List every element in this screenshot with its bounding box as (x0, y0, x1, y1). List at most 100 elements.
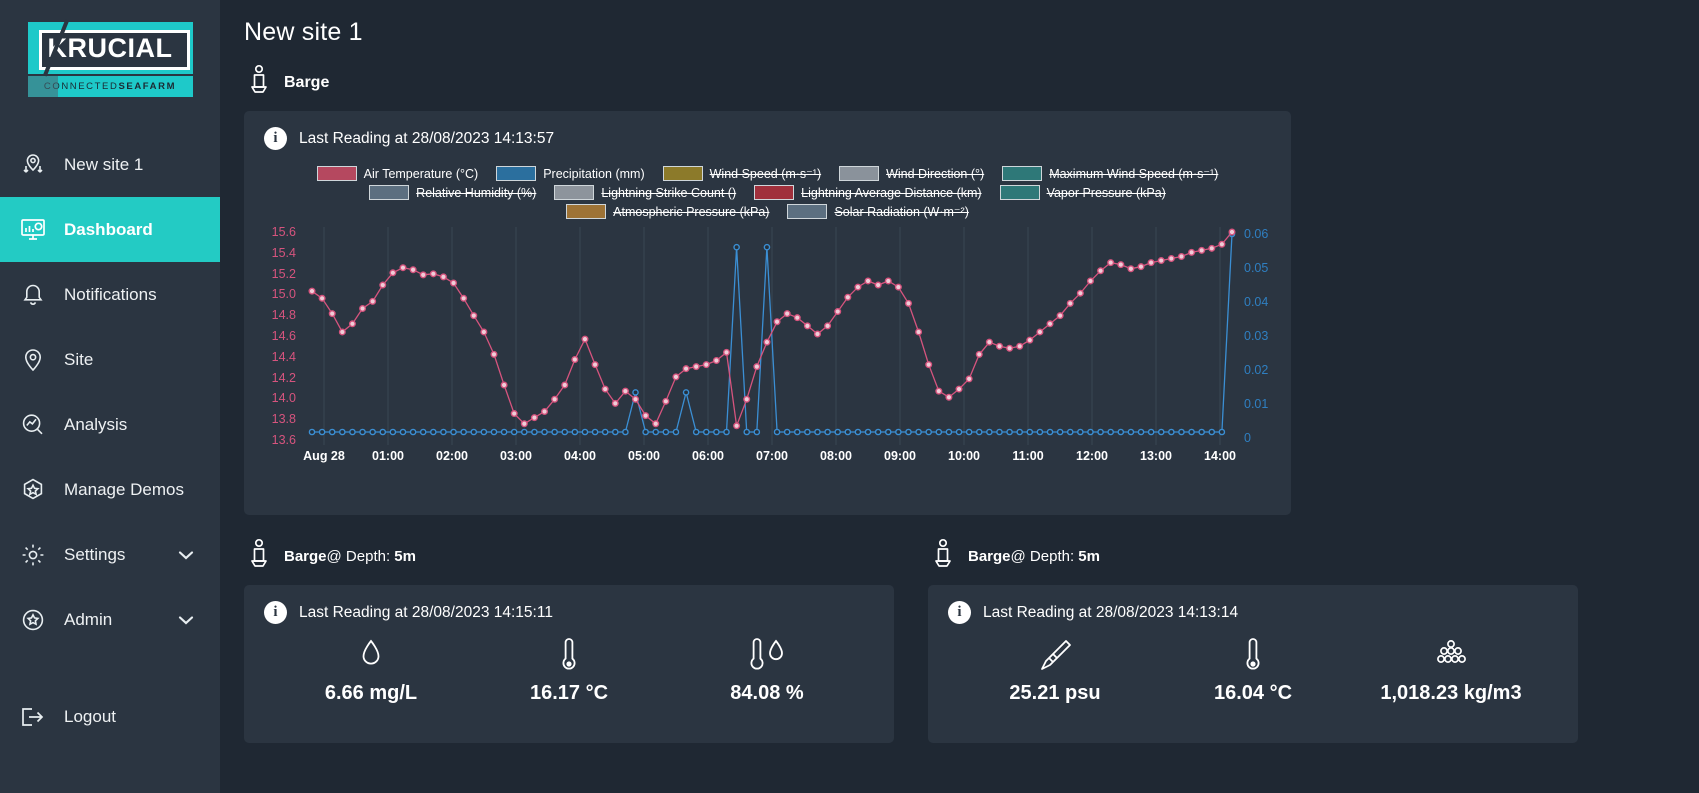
data-point-precipitation[interactable] (1147, 428, 1155, 436)
data-point-air-temperature[interactable] (1127, 265, 1135, 273)
data-point-precipitation[interactable] (652, 428, 660, 436)
data-point-air-temperature[interactable] (308, 287, 316, 295)
data-point-air-temperature[interactable] (450, 279, 458, 287)
data-point-precipitation[interactable] (500, 428, 508, 436)
data-point-precipitation[interactable] (672, 428, 680, 436)
data-point-air-temperature[interactable] (1036, 328, 1044, 336)
data-point-air-temperature[interactable] (985, 338, 993, 346)
brand-logo[interactable]: KRUCIAL CONNECTED SEAFARM (0, 0, 220, 118)
data-point-air-temperature[interactable] (1198, 246, 1206, 254)
sidebar-item-analysis[interactable]: Analysis (0, 392, 220, 457)
data-point-precipitation[interactable] (430, 428, 437, 436)
legend-item[interactable]: Wind Speed (m·s⁻¹) (662, 166, 821, 181)
data-point-precipitation[interactable] (702, 428, 710, 436)
data-point-precipitation[interactable] (884, 428, 892, 436)
data-point-air-temperature[interactable] (520, 420, 528, 428)
data-point-air-temperature[interactable] (409, 266, 417, 274)
data-point-precipitation[interactable] (743, 428, 751, 436)
data-point-precipitation[interactable] (1107, 428, 1114, 436)
data-point-air-temperature[interactable] (581, 335, 589, 343)
data-point-precipitation[interactable] (409, 428, 417, 436)
data-point-air-temperature[interactable] (733, 422, 741, 430)
data-point-precipitation[interactable] (490, 428, 498, 436)
sidebar-item-manage-demos[interactable]: Manage Demos (0, 457, 220, 522)
data-point-air-temperature[interactable] (783, 310, 791, 318)
sidebar-item-new-site-1[interactable]: New site 1 (0, 132, 220, 197)
data-point-air-temperature[interactable] (813, 330, 821, 338)
data-point-air-temperature[interactable] (1097, 267, 1105, 275)
data-point-air-temperature[interactable] (379, 281, 387, 289)
data-point-precipitation[interactable] (1188, 428, 1195, 436)
data-point-air-temperature[interactable] (662, 397, 670, 405)
data-point-air-temperature[interactable] (490, 350, 498, 358)
data-point-precipitation[interactable] (783, 428, 791, 436)
data-point-precipitation[interactable] (531, 428, 538, 436)
data-point-air-temperature[interactable] (965, 375, 973, 383)
data-point-air-temperature[interactable] (763, 338, 771, 346)
data-point-air-temperature[interactable] (1066, 299, 1074, 307)
data-point-air-temperature[interactable] (824, 322, 832, 330)
data-point-air-temperature[interactable] (530, 414, 538, 422)
data-point-air-temperature[interactable] (591, 361, 599, 369)
data-point-precipitation[interactable] (450, 428, 457, 436)
sidebar-item-dashboard[interactable]: Dashboard (0, 197, 220, 262)
data-point-precipitation[interactable] (723, 428, 730, 436)
data-point-air-temperature[interactable] (995, 342, 1003, 350)
data-point-air-temperature[interactable] (975, 350, 983, 358)
data-point-precipitation[interactable] (1198, 428, 1205, 436)
data-point-precipitation[interactable] (399, 428, 407, 436)
data-point-precipitation[interactable] (521, 428, 528, 436)
data-point-precipitation[interactable] (470, 428, 478, 436)
data-point-air-temperature[interactable] (925, 361, 933, 369)
data-point-air-temperature[interactable] (551, 395, 559, 403)
data-point-precipitation[interactable] (814, 428, 821, 436)
data-point-air-temperature[interactable] (793, 314, 801, 322)
data-point-air-temperature[interactable] (1137, 263, 1145, 271)
data-point-precipitation[interactable] (1006, 428, 1013, 436)
data-point-air-temperature[interactable] (904, 299, 912, 307)
data-point-precipitation[interactable] (874, 428, 882, 436)
data-point-precipitation[interactable] (328, 428, 336, 436)
data-point-precipitation[interactable] (844, 428, 852, 436)
info-icon[interactable]: i (264, 601, 287, 624)
data-point-air-temperature[interactable] (712, 357, 720, 365)
data-point-precipitation[interactable] (460, 428, 467, 436)
data-point-precipitation[interactable] (915, 428, 922, 436)
data-point-precipitation[interactable] (1157, 428, 1165, 436)
data-point-precipitation[interactable] (1178, 428, 1185, 436)
data-point-precipitation[interactable] (733, 243, 740, 251)
data-point-air-temperature[interactable] (894, 283, 902, 291)
data-point-precipitation[interactable] (905, 428, 912, 436)
data-point-air-temperature[interactable] (753, 363, 761, 371)
data-point-air-temperature[interactable] (864, 277, 872, 285)
data-point-air-temperature[interactable] (389, 269, 397, 277)
data-point-precipitation[interactable] (864, 428, 872, 436)
data-point-precipitation[interactable] (1137, 428, 1145, 436)
data-point-air-temperature[interactable] (702, 361, 710, 369)
data-point-air-temperature[interactable] (955, 385, 963, 393)
data-point-air-temperature[interactable] (1016, 342, 1024, 350)
data-point-air-temperature[interactable] (743, 395, 751, 403)
legend-item[interactable]: Precipitation (mm) (496, 166, 645, 181)
data-point-precipitation[interactable] (389, 428, 397, 436)
info-icon[interactable]: i (948, 601, 971, 624)
data-point-precipitation[interactable] (1036, 428, 1044, 436)
data-point-air-temperature[interactable] (1076, 289, 1084, 297)
data-point-precipitation[interactable] (935, 428, 943, 436)
data-point-air-temperature[interactable] (318, 294, 326, 302)
data-point-precipitation[interactable] (945, 428, 953, 436)
data-point-air-temperature[interactable] (773, 318, 781, 326)
data-point-precipitation[interactable] (713, 428, 720, 436)
data-point-precipitation[interactable] (632, 389, 639, 396)
sidebar-item-site[interactable]: Site (0, 327, 220, 392)
data-point-air-temperature[interactable] (723, 348, 731, 356)
data-point-precipitation[interactable] (753, 428, 761, 436)
chevron-down-icon[interactable] (178, 547, 194, 563)
data-point-precipitation[interactable] (692, 428, 700, 436)
data-point-air-temperature[interactable] (470, 312, 478, 320)
data-point-precipitation[interactable] (1077, 428, 1084, 436)
data-point-precipitation[interactable] (419, 428, 427, 436)
data-point-air-temperature[interactable] (439, 273, 447, 281)
data-point-air-temperature[interactable] (571, 355, 579, 363)
data-point-precipitation[interactable] (895, 428, 902, 436)
